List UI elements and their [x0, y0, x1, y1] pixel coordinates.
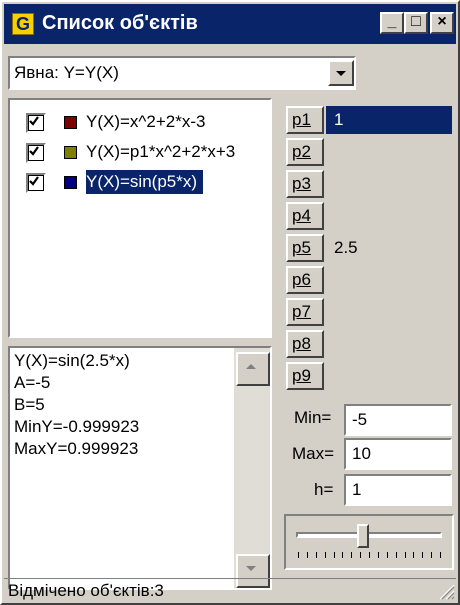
parameter-row[interactable]: p6 [284, 264, 452, 296]
function-item[interactable]: Y(X)=x^2+2*x-3 [10, 106, 270, 136]
parameter-value[interactable] [326, 266, 452, 294]
parameter-value[interactable] [326, 362, 452, 390]
function-label[interactable]: Y(X)=sin(p5*x) [86, 170, 204, 194]
parameter-name[interactable]: p6 [286, 266, 324, 294]
parameter-value[interactable] [326, 202, 452, 230]
parameter-value[interactable] [326, 298, 452, 326]
dropdown-button[interactable] [328, 60, 354, 86]
window-title: Список об'єктів [42, 12, 198, 34]
function-info-box[interactable]: Y(X)=sin(2.5*x) A=-5 B=5 MinY=-0.999923 MaxY… [8, 346, 272, 590]
function-color-swatch [64, 176, 77, 189]
parameter-name[interactable]: p8 [286, 330, 324, 358]
parameter-grid[interactable]: p1 1 p2 p3 p4 p5 2.5 p6 p7 p8 p9 [284, 104, 452, 400]
slider-tick [315, 552, 317, 558]
function-item[interactable]: Y(X)=sin(p5*x) [10, 166, 270, 196]
status-bar: Відмічено об'єктів:3 [4, 578, 456, 602]
info-line: MinY=-0.999923 [14, 417, 140, 436]
parameter-row[interactable]: p7 [284, 296, 452, 328]
parameter-row[interactable]: p9 [284, 360, 452, 392]
scroll-up-button[interactable] [236, 352, 270, 386]
info-line: B=5 [14, 395, 45, 414]
checkmark-icon [29, 146, 39, 156]
slider-tick [395, 552, 397, 558]
function-label[interactable]: Y(X)=x^2+2*x-3 [86, 110, 205, 134]
app-icon: G [12, 13, 34, 35]
info-line: A=-5 [14, 373, 51, 392]
info-scrollbar[interactable] [234, 348, 270, 588]
parameter-value[interactable]: 1 [326, 106, 452, 134]
h-label: h= [314, 480, 334, 499]
slider-tick [404, 552, 406, 558]
slider-tick [333, 552, 335, 558]
parameter-row[interactable]: p3 [284, 168, 452, 200]
parameter-value[interactable] [326, 330, 452, 358]
slider-tick [298, 552, 299, 558]
parameter-row[interactable]: p5 2.5 [284, 232, 452, 264]
function-checkbox[interactable] [26, 173, 46, 193]
checkmark-icon [29, 116, 39, 126]
status-text: Відмічено об'єктів:3 [8, 581, 164, 600]
parameter-slider[interactable] [284, 514, 454, 570]
min-label: Min= [294, 408, 332, 427]
parameter-row[interactable]: p8 [284, 328, 452, 360]
function-checkbox[interactable] [26, 113, 46, 133]
slider-tick [369, 552, 370, 558]
function-color-swatch [64, 146, 77, 159]
slider-thumb[interactable] [357, 524, 370, 548]
maximize-button[interactable]: □ [404, 12, 428, 34]
parameter-row[interactable]: p4 [284, 200, 452, 232]
close-button[interactable]: × [430, 12, 454, 34]
type-select[interactable]: Явна: Y=Y(X) [8, 56, 356, 90]
slider-tick [351, 552, 353, 558]
type-select-value: Явна: Y=Y(X) [14, 63, 119, 82]
slider-tick [342, 552, 344, 558]
parameter-row[interactable]: p1 1 [284, 104, 452, 136]
parameter-value[interactable] [326, 138, 452, 166]
slider-tick [360, 552, 362, 558]
parameter-value[interactable]: 2.5 [326, 234, 452, 262]
slider-tick [377, 552, 379, 558]
info-line: Y(X)=sin(2.5*x) [14, 351, 130, 370]
parameter-name[interactable]: p9 [286, 362, 324, 390]
slider-tick [413, 552, 415, 558]
chevron-down-icon [336, 71, 346, 76]
parameter-name[interactable]: p7 [286, 298, 324, 326]
resize-grip-icon[interactable] [436, 581, 456, 601]
slider-tick [431, 552, 433, 558]
function-label[interactable]: Y(X)=p1*x^2+2*x+3 [86, 140, 235, 164]
checkmark-icon [29, 176, 39, 186]
info-line: MaxY=0.999923 [14, 439, 139, 458]
max-label: Max= [292, 444, 335, 463]
function-list[interactable]: Y(X)=x^2+2*x-3 Y(X)=p1*x^2+2*x+3 Y(X)=sin(… [8, 98, 272, 338]
parameter-name[interactable]: p2 [286, 138, 324, 166]
slider-tick [386, 552, 388, 558]
parameter-name[interactable]: p3 [286, 170, 324, 198]
h-field[interactable]: 1 [344, 474, 452, 506]
arrow-up-icon [246, 364, 256, 369]
slider-tick [306, 552, 308, 558]
parameter-name[interactable]: p5 [286, 234, 324, 262]
parameter-name[interactable]: p1 [286, 106, 324, 134]
function-checkbox[interactable] [26, 143, 46, 163]
function-item[interactable]: Y(X)=p1*x^2+2*x+3 [10, 136, 270, 166]
min-field[interactable]: -5 [344, 404, 452, 436]
slider-tick [422, 552, 424, 558]
slider-tick [324, 552, 326, 558]
function-color-swatch [64, 116, 77, 129]
max-field[interactable]: 10 [344, 438, 452, 470]
parameter-row[interactable]: p2 [284, 136, 452, 168]
parameter-name[interactable]: p4 [286, 202, 324, 230]
slider-tick [440, 552, 441, 558]
parameter-value[interactable] [326, 170, 452, 198]
minimize-button[interactable]: _ [380, 12, 404, 34]
